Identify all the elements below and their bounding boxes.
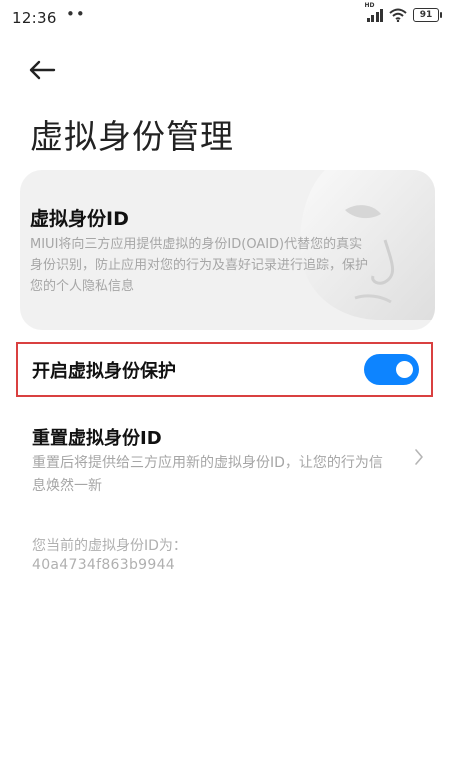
reset-id-title: 重置虚拟身份ID: [32, 428, 162, 449]
status-bar: 12:36 •• HD 91: [0, 0, 457, 36]
reset-id-description: 重置后将提供给三方应用新的虚拟身份ID，让您的行为信息焕然一新: [32, 455, 383, 494]
protection-toggle-row[interactable]: 开启虚拟身份保护: [16, 342, 433, 397]
status-icons: HD 91: [365, 2, 442, 22]
protection-toggle-switch[interactable]: [364, 354, 419, 385]
chevron-right-icon: [415, 449, 423, 465]
signal-icon: HD: [365, 2, 383, 22]
toggle-knob: [396, 361, 413, 378]
notification-dots: ••: [66, 5, 86, 23]
current-id-value: 40a4734f863b9944: [32, 557, 175, 573]
card-description: MIUI将向三方应用提供虚拟的身份ID(OAID)代替您的真实身份识别，防止应用…: [30, 237, 369, 294]
signal-hd-label: HD: [364, 2, 375, 9]
page-title: 虚拟身份管理: [30, 117, 234, 156]
status-time: 12:36: [12, 9, 57, 27]
wifi-icon: [389, 8, 407, 22]
back-arrow-icon: [29, 60, 56, 80]
current-id-label: 您当前的虚拟身份ID为：: [32, 538, 187, 554]
virtual-id-card: 虚拟身份ID MIUI将向三方应用提供虚拟的身份ID(OAID)代替您的真实身份…: [20, 170, 435, 330]
reset-id-row[interactable]: 重置虚拟身份ID 重置后将提供给三方应用新的虚拟身份ID，让您的行为信息焕然一新: [20, 420, 440, 498]
battery-icon: 91: [413, 8, 442, 22]
card-title: 虚拟身份ID: [30, 208, 129, 230]
protection-toggle-label: 开启虚拟身份保护: [32, 361, 176, 382]
back-button[interactable]: [28, 54, 64, 86]
